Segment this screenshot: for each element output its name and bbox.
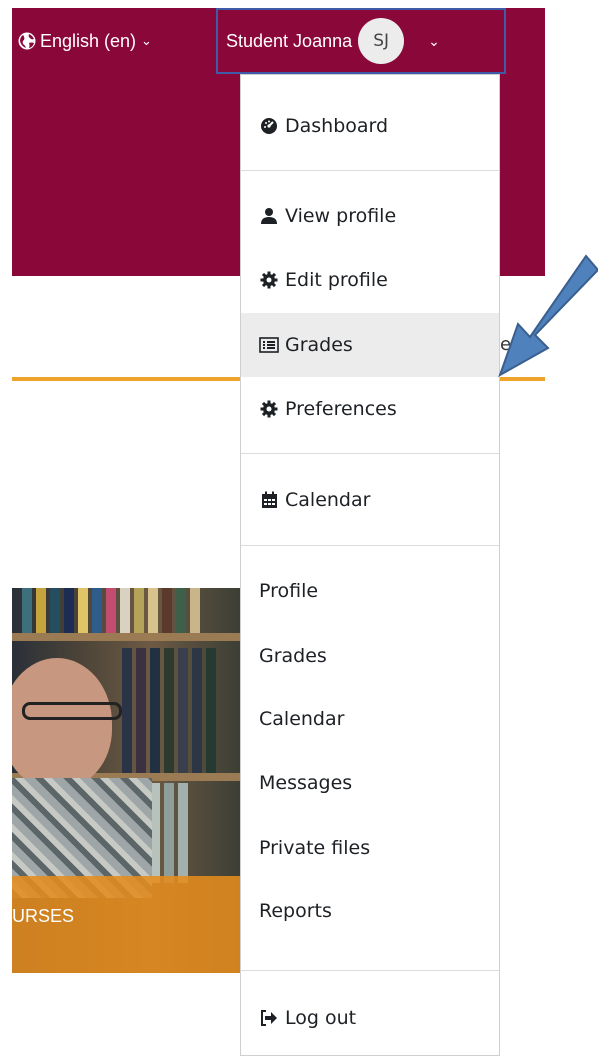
book <box>178 783 188 883</box>
globe-icon <box>18 32 36 50</box>
user-icon <box>259 206 279 226</box>
menu-item-messages[interactable]: Messages <box>241 751 499 815</box>
user-menu-toggle[interactable]: Student Joanna SJ ⌄ <box>216 8 506 74</box>
avatar: SJ <box>358 18 405 64</box>
menu-item-label: View profile <box>285 205 397 227</box>
hero-image: URSES <box>12 588 242 973</box>
book <box>22 588 32 633</box>
menu-item-label: Calendar <box>259 708 345 730</box>
pointer-arrow-icon <box>498 254 598 378</box>
chevron-down-icon: ⌄ <box>141 33 152 48</box>
book <box>92 588 102 633</box>
menu-item-edit-profile[interactable]: Edit profile <box>241 248 499 312</box>
book <box>164 783 174 883</box>
book <box>150 648 160 773</box>
book <box>136 648 146 773</box>
menu-item-label: Messages <box>259 772 353 794</box>
chevron-down-icon: ⌄ <box>428 32 440 49</box>
book <box>176 588 186 633</box>
menu-item-label: Preferences <box>285 398 397 420</box>
glasses <box>22 702 122 720</box>
menu-item-log-out[interactable]: Log out <box>241 986 499 1050</box>
book <box>206 648 216 773</box>
menu-item-dashboard[interactable]: Dashboard <box>241 94 499 158</box>
table-icon <box>259 335 279 355</box>
menu-divider <box>241 545 499 546</box>
menu-item-view-profile[interactable]: View profile <box>241 184 499 248</box>
book <box>78 588 88 633</box>
language-menu[interactable]: English (en) ⌄ <box>18 8 152 74</box>
book <box>120 588 130 633</box>
book <box>36 588 46 633</box>
menu-item-private-files[interactable]: Private files <box>241 816 499 880</box>
menu-item-label: Dashboard <box>285 115 389 137</box>
menu-item-profile[interactable]: Profile <box>241 559 499 623</box>
menu-item-calendar-link[interactable]: Calendar <box>241 687 499 751</box>
menu-item-label: Grades <box>285 334 353 356</box>
menu-item-reports[interactable]: Reports <box>241 879 499 943</box>
book <box>190 588 200 633</box>
book <box>178 648 188 773</box>
calendar-icon <box>259 490 279 510</box>
menu-item-label: Private files <box>259 837 371 859</box>
menu-divider <box>241 170 499 171</box>
menu-item-preferences[interactable]: Preferences <box>241 377 499 441</box>
menu-item-grades[interactable]: Grades <box>241 313 499 377</box>
person-head <box>12 658 112 788</box>
menu-divider <box>241 970 499 971</box>
menu-item-grades-link[interactable]: Grades <box>241 624 499 688</box>
menu-item-label: Log out <box>285 1007 357 1029</box>
book <box>148 588 158 633</box>
bookshelf <box>12 633 242 641</box>
cog-icon <box>259 399 279 419</box>
book <box>50 588 60 633</box>
book <box>106 588 116 633</box>
menu-divider <box>241 453 499 454</box>
book <box>64 588 74 633</box>
language-label: English (en) <box>40 30 137 51</box>
book <box>134 588 144 633</box>
book <box>164 648 174 773</box>
menu-item-label: Reports <box>259 900 332 922</box>
top-navigation: English (en) ⌄ Student Joanna SJ ⌄ <box>12 8 545 74</box>
dashboard-icon <box>259 116 279 136</box>
hero-caption: URSES <box>12 906 75 926</box>
menu-item-label: Edit profile <box>285 269 388 291</box>
sign-out-icon <box>259 1008 279 1028</box>
menu-item-label: Calendar <box>285 489 371 511</box>
hero-caption-bar: URSES <box>12 876 242 973</box>
book <box>192 648 202 773</box>
user-name: Student Joanna <box>226 30 353 51</box>
menu-item-label: Profile <box>259 580 319 602</box>
user-dropdown-menu: Dashboard View profile Edit profile Grad… <box>240 74 500 1056</box>
book <box>122 648 132 773</box>
menu-item-calendar[interactable]: Calendar <box>241 468 499 532</box>
cog-icon <box>259 270 279 290</box>
book <box>162 588 172 633</box>
menu-item-label: Grades <box>259 645 327 667</box>
